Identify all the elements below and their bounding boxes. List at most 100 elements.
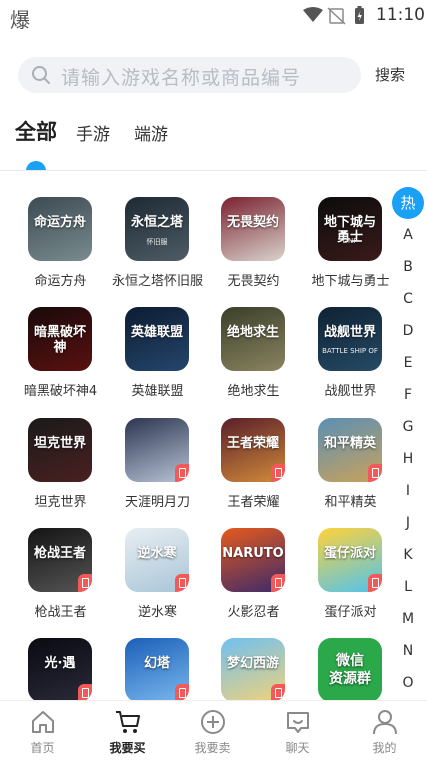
game-item[interactable]: 坦克世界 坦克世界 [12, 407, 109, 517]
index-hot[interactable]: 热 [392, 187, 424, 219]
index-letter[interactable]: D [392, 323, 424, 339]
game-logo: 梦幻西游 [226, 656, 279, 671]
index-letter[interactable]: J [392, 515, 424, 531]
nav-chat-label: 聊天 [285, 741, 310, 755]
nav-home[interactable]: 首页 [0, 701, 85, 760]
game-name: 枪战王者 [34, 605, 87, 620]
index-letter[interactable]: N [392, 643, 424, 659]
nav-buy-label: 我要买 [109, 741, 146, 755]
index-letter[interactable]: G [392, 419, 424, 435]
game-icon: 地下城与勇士 DNF [318, 197, 382, 261]
search-input[interactable]: 请输入游戏名称或商品编号 [18, 57, 361, 93]
game-item[interactable]: 天涯明月刀 [109, 407, 206, 517]
index-letter[interactable]: I [392, 483, 424, 499]
game-icon: 梦幻西游 [221, 638, 285, 700]
game-icon: 光·遇 [28, 638, 92, 700]
game-item[interactable]: 命运方舟 命运方舟 [12, 186, 109, 296]
game-item[interactable]: 梦幻西游梦幻西游 [205, 627, 302, 700]
nav-home-label: 首页 [30, 741, 55, 755]
game-item[interactable]: 幻塔幻塔 [109, 627, 206, 700]
game-logo-sub: IV [56, 347, 64, 355]
game-name: 天涯明月刀 [124, 495, 190, 510]
game-name: 绝地求生 [227, 384, 280, 399]
game-logo: 和平精英 [323, 436, 376, 451]
game-item[interactable]: 绝地求生 绝地求生 [205, 296, 302, 406]
game-icon: 枪战王者 [28, 528, 92, 592]
mobile-badge-icon [175, 464, 189, 482]
game-logo-sub: DNF [342, 237, 358, 245]
index-letter[interactable]: K [392, 547, 424, 563]
game-item[interactable]: 逆水寒 逆水寒 [109, 517, 206, 627]
nav-chat[interactable]: 聊天 [255, 701, 340, 760]
game-item[interactable]: 王者荣耀 王者荣耀 [205, 407, 302, 517]
game-item[interactable]: 永恒之塔 怀旧服 永恒之塔怀旧服 [109, 186, 206, 296]
game-name: 命运方舟 [34, 274, 87, 289]
index-letter[interactable]: B [392, 259, 424, 275]
game-logo: 微信 资源群 [329, 653, 371, 687]
game-logo: 永恒之塔 [130, 215, 183, 230]
game-name: 坦克世界 [34, 495, 87, 510]
game-name: 英雄联盟 [131, 384, 184, 399]
game-logo: 英雄联盟 [130, 325, 183, 340]
game-logo: 绝地求生 [226, 325, 279, 340]
game-icon: 绝地求生 [221, 307, 285, 371]
index-letter[interactable]: H [392, 451, 424, 467]
game-item[interactable]: 英雄联盟 英雄联盟 [109, 296, 206, 406]
index-letter[interactable]: E [392, 355, 424, 371]
nav-sell[interactable]: 我要卖 [170, 701, 255, 760]
clock: 11:10 [376, 5, 425, 25]
game-item[interactable]: 蛋仔派对 蛋仔派对 [302, 517, 390, 627]
status-bar: 爆 11:10 [0, 0, 427, 32]
game-name: 无畏契约 [227, 274, 280, 289]
mobile-badge-icon [271, 464, 285, 482]
game-item[interactable]: 光·遇光遇 [12, 627, 109, 700]
index-letter[interactable]: O [392, 675, 424, 691]
index-letter[interactable]: F [392, 387, 424, 403]
game-name: 火影忍者 [227, 605, 280, 620]
game-icon: 暗黑破坏神 IV [28, 307, 92, 371]
nav-mine[interactable]: 我的 [342, 701, 427, 760]
index-letter[interactable]: M [392, 611, 424, 627]
game-item[interactable]: 和平精英 和平精英 [302, 407, 390, 517]
game-logo-sub: 怀旧服 [146, 238, 168, 246]
bottom-nav: 首页 我要买 我要卖 聊天 我的 [0, 700, 427, 760]
game-icon: 永恒之塔 怀旧服 [125, 197, 189, 261]
mobile-badge-icon [271, 684, 285, 700]
tab-all[interactable]: 全部 [15, 116, 57, 146]
index-letter[interactable]: A [392, 227, 424, 243]
game-name: 王者荣耀 [227, 495, 280, 510]
game-icon: 幻塔 [125, 638, 189, 700]
game-item[interactable]: NARUTO 火影忍者 [205, 517, 302, 627]
game-name: 战舰世界 [324, 384, 377, 399]
game-icon: 英雄联盟 [125, 307, 189, 371]
game-icon: 无畏契约 [221, 197, 285, 261]
game-item[interactable]: 微信 资源群微信资源群 [302, 627, 390, 700]
game-item[interactable]: 暗黑破坏神 IV 暗黑破坏神4 [12, 296, 109, 406]
game-item[interactable]: 战舰世界 BATTLE SHIP OF 战舰世界 [302, 296, 390, 406]
game-icon: 和平精英 [318, 418, 382, 482]
mobile-badge-icon [175, 684, 189, 700]
mobile-badge-icon [175, 574, 189, 592]
game-icon: NARUTO [221, 528, 285, 592]
nav-buy[interactable]: 我要买 [85, 701, 170, 760]
game-logo: NARUTO [222, 546, 284, 561]
tab-mobile-games[interactable]: 手游 [76, 120, 110, 145]
game-item[interactable]: 枪战王者 枪战王者 [12, 517, 109, 627]
game-icon: 逆水寒 [125, 528, 189, 592]
tab-pc-games[interactable]: 端游 [134, 120, 168, 145]
app-notification-icon: 爆 [10, 8, 30, 32]
search-button[interactable]: 搜索 [375, 64, 405, 85]
search-placeholder: 请输入游戏名称或商品编号 [61, 67, 302, 89]
game-logo: 战舰世界 [323, 325, 376, 340]
game-logo-sub: BATTLE SHIP OF [322, 347, 378, 355]
game-item[interactable]: 地下城与勇士 DNF 地下城与勇士 [302, 186, 390, 296]
mobile-badge-icon [78, 574, 92, 592]
index-letter[interactable]: C [392, 291, 424, 307]
game-icon [125, 418, 189, 482]
game-logo: 逆水寒 [137, 546, 177, 561]
status-icons [303, 6, 364, 25]
game-item[interactable]: 无畏契约 无畏契约 [205, 186, 302, 296]
mobile-badge-icon [368, 574, 382, 592]
nav-sell-label: 我要卖 [194, 741, 231, 755]
index-letter[interactable]: L [392, 579, 424, 595]
